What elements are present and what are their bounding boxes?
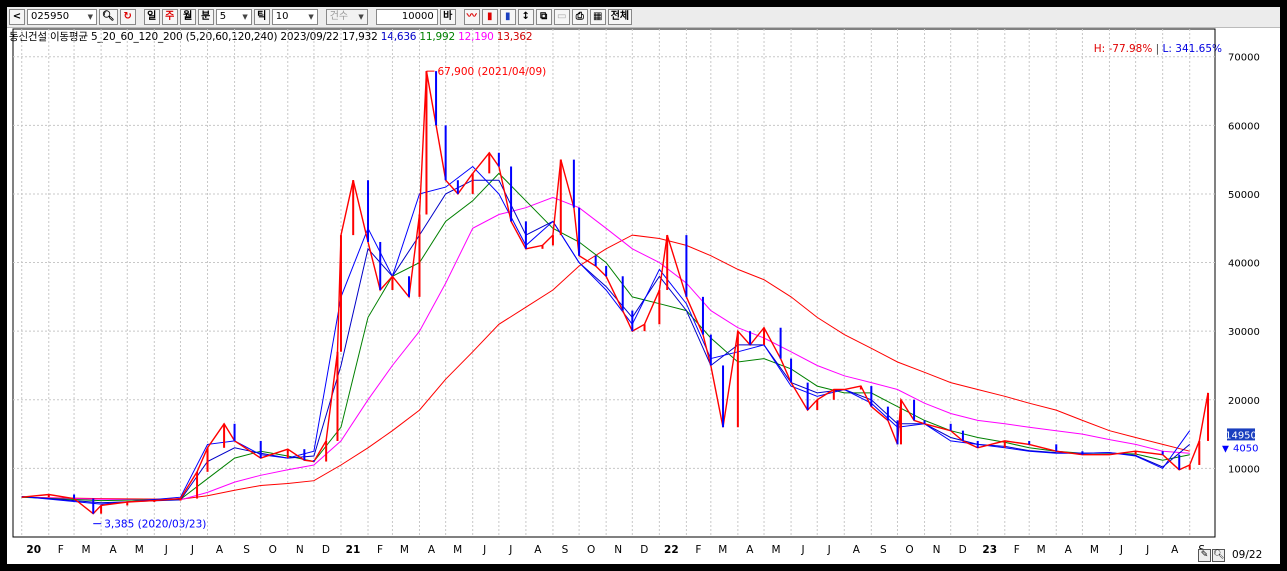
x-tick-label: A xyxy=(1171,544,1179,556)
price-chart[interactable]: 10000 20000 30000 40000 50000 60000 70000 20 F M A… xyxy=(7,7,1280,564)
zoom-button[interactable]: 🔍︎ xyxy=(1212,549,1225,562)
x-tick-label: M xyxy=(1037,544,1046,556)
x-tick-label: M xyxy=(453,544,462,556)
x-tick-label: S xyxy=(562,544,569,556)
y-tick-label: 30000 xyxy=(1228,327,1260,338)
magnifier-icon: 🔍︎ xyxy=(1213,550,1225,560)
x-tick-label: 22 xyxy=(664,544,679,556)
x-tick-label: S xyxy=(243,544,250,556)
x-tick-label: J xyxy=(508,544,512,556)
y-tick-label: 70000 xyxy=(1228,53,1260,64)
x-tick-label: F xyxy=(58,544,64,556)
x-tick-label: M xyxy=(718,544,727,556)
x-tick-label: 23 xyxy=(982,544,997,556)
x-tick-label: D xyxy=(959,544,967,556)
x-tick-label: S xyxy=(880,544,887,556)
x-tick-label: A xyxy=(746,544,754,556)
x-tick-label: J xyxy=(827,544,831,556)
x-tick-label: M xyxy=(400,544,409,556)
x-tick-label: F xyxy=(695,544,701,556)
max-price-label: 67,900 (2021/04/09) xyxy=(437,66,546,78)
x-tick-label: D xyxy=(640,544,648,556)
x-tick-label: D xyxy=(322,544,330,556)
x-tick-label: 21 xyxy=(346,544,361,556)
x-tick-label: J xyxy=(1119,544,1123,556)
price-line xyxy=(21,70,1209,515)
x-tick-label: F xyxy=(1014,544,1020,556)
x-tick-label: O xyxy=(587,544,595,556)
chart-window: < 025950 ▼ 🔍︎ ↻ 일 주 월 분 5 ▼ 틱 10 ▼ 건수 ▼ 1000… xyxy=(6,6,1281,565)
current-price-label: 14950 xyxy=(1225,430,1257,441)
x-tick-label: M xyxy=(772,544,781,556)
x-tick-label: A xyxy=(110,544,118,556)
x-tick-label: A xyxy=(1065,544,1073,556)
y-tick-label: 60000 xyxy=(1228,121,1260,132)
x-tick-label: A xyxy=(853,544,861,556)
x-tick-label: J xyxy=(1145,544,1149,556)
x-tick-label: A xyxy=(534,544,542,556)
x-tick-label: F xyxy=(377,544,383,556)
footer-date: 09/22 xyxy=(1232,549,1263,561)
y-tick-label: 20000 xyxy=(1228,396,1260,407)
x-tick-label: N xyxy=(933,544,941,556)
change-down-icon: ▼ xyxy=(1222,444,1229,454)
x-tick-label: N xyxy=(614,544,622,556)
x-tick-label: M xyxy=(82,544,91,556)
y-tick-label: 10000 xyxy=(1228,464,1260,475)
y-tick-label: 40000 xyxy=(1228,259,1260,270)
x-tick-label: 20 xyxy=(26,544,41,556)
x-tick-label: M xyxy=(1090,544,1099,556)
y-tick-label: 50000 xyxy=(1228,190,1260,201)
plot-area xyxy=(12,28,1216,538)
x-tick-label: A xyxy=(428,544,436,556)
edit-button[interactable]: ✎ xyxy=(1198,549,1211,562)
min-price-label: 3,385 (2020/03/23) xyxy=(104,519,206,531)
x-tick-label: J xyxy=(482,544,486,556)
x-tick-label: M xyxy=(135,544,144,556)
x-tick-label: J xyxy=(164,544,168,556)
pencil-icon: ✎ xyxy=(1200,550,1209,560)
x-tick-label: O xyxy=(269,544,277,556)
x-tick-label: N xyxy=(296,544,304,556)
x-tick-label: A xyxy=(216,544,224,556)
x-tick-label: J xyxy=(801,544,805,556)
x-tick-label: O xyxy=(905,544,913,556)
change-label: 4050 xyxy=(1233,443,1258,454)
x-tick-label: J xyxy=(190,544,194,556)
